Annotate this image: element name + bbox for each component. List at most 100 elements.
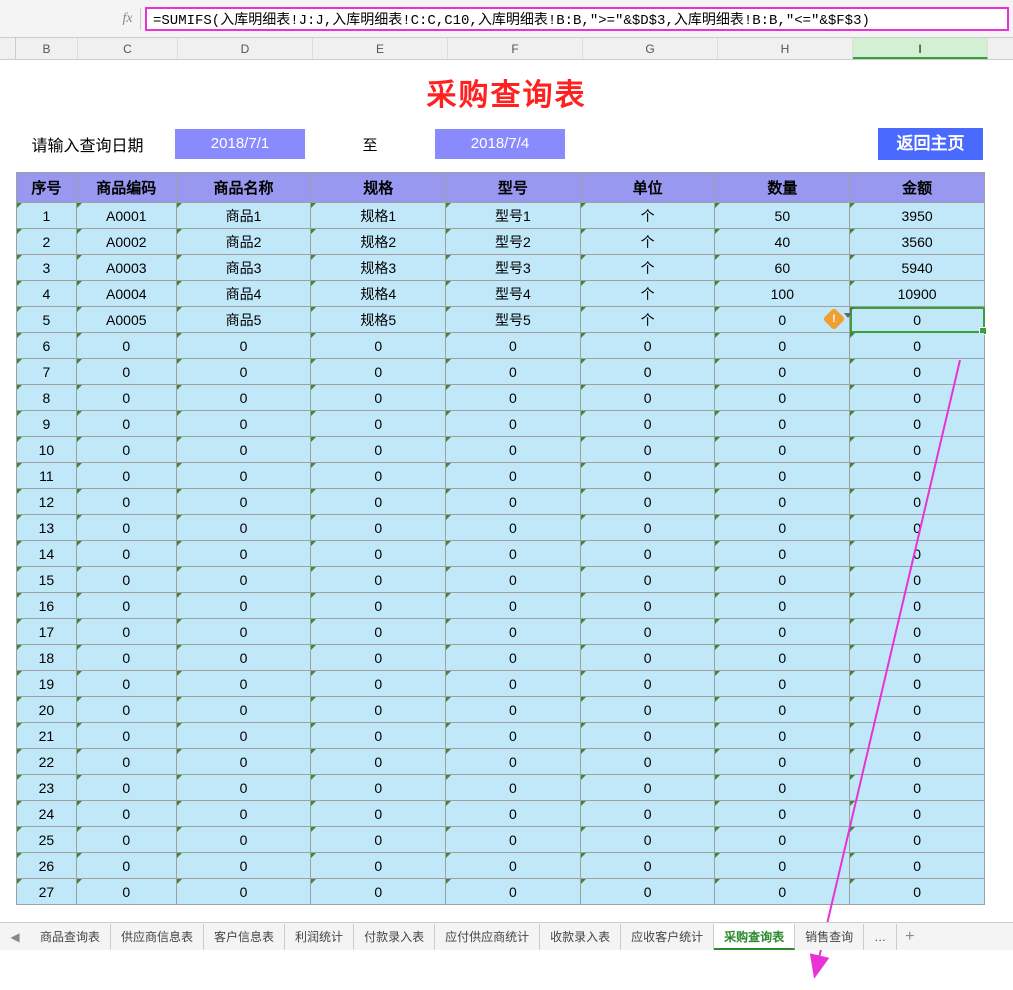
select-all-corner[interactable]	[0, 38, 16, 59]
cell-spec[interactable]: 0	[311, 463, 446, 489]
cell-name[interactable]: 0	[176, 801, 311, 827]
cell-name[interactable]: 0	[176, 749, 311, 775]
cell-qty[interactable]: 0	[715, 411, 850, 437]
cell-qty[interactable]: 0	[715, 567, 850, 593]
cell-model[interactable]: 0	[446, 619, 581, 645]
cell-model[interactable]: 型号3	[446, 255, 581, 281]
cell-amt[interactable]: 5940	[850, 255, 985, 281]
cell-model[interactable]: 0	[446, 489, 581, 515]
cell-amt[interactable]: 0	[850, 645, 985, 671]
cell-qty[interactable]: 0	[715, 359, 850, 385]
cell-n[interactable]: 13	[17, 515, 77, 541]
cell-unit[interactable]: 0	[580, 333, 715, 359]
cell-unit[interactable]: 0	[580, 411, 715, 437]
cell-model[interactable]: 0	[446, 827, 581, 853]
cell-model[interactable]: 0	[446, 697, 581, 723]
cell-n[interactable]: 19	[17, 671, 77, 697]
table-header-cell[interactable]: 金额	[850, 173, 985, 203]
cell-unit[interactable]: 0	[580, 853, 715, 879]
cell-model[interactable]: 0	[446, 515, 581, 541]
cell-code[interactable]: 0	[76, 827, 176, 853]
cell-code[interactable]: 0	[76, 541, 176, 567]
cell-unit[interactable]: 0	[580, 775, 715, 801]
cell-spec[interactable]: 规格1	[311, 203, 446, 229]
cell-qty[interactable]: 0	[715, 619, 850, 645]
sheet-tab[interactable]: 收款录入表	[540, 924, 621, 950]
cell-n[interactable]: 6	[17, 333, 77, 359]
cell-spec[interactable]: 0	[311, 515, 446, 541]
cell-model[interactable]: 0	[446, 333, 581, 359]
cell-amt[interactable]: 0	[850, 333, 985, 359]
cell-unit[interactable]: 0	[580, 697, 715, 723]
cell-code[interactable]: A0003	[76, 255, 176, 281]
cell-name[interactable]: 0	[176, 619, 311, 645]
sheet-tab[interactable]: 应收客户统计	[621, 924, 714, 950]
cell-spec[interactable]: 0	[311, 723, 446, 749]
cell-spec[interactable]: 0	[311, 827, 446, 853]
cell-unit[interactable]: 0	[580, 489, 715, 515]
cell-name[interactable]: 商品5	[176, 307, 311, 333]
cell-name[interactable]: 0	[176, 437, 311, 463]
cell-qty[interactable]: 0	[715, 671, 850, 697]
cell-qty[interactable]: 0	[715, 723, 850, 749]
cell-amt[interactable]: 0	[850, 697, 985, 723]
warning-dropdown-icon[interactable]	[844, 313, 852, 318]
date-to-button[interactable]: 2018/7/4	[435, 129, 565, 159]
cell-amt[interactable]: 0	[850, 411, 985, 437]
cell-qty[interactable]: 0	[715, 593, 850, 619]
table-header-cell[interactable]: 数量	[715, 173, 850, 203]
cell-unit[interactable]: 个	[580, 307, 715, 333]
cell-qty[interactable]: 0	[715, 437, 850, 463]
cell-qty[interactable]: 0	[715, 775, 850, 801]
cell-code[interactable]: 0	[76, 333, 176, 359]
return-home-button[interactable]: 返回主页	[878, 128, 983, 160]
cell-n[interactable]: 18	[17, 645, 77, 671]
cell-amt[interactable]: 0	[850, 541, 985, 567]
cell-n[interactable]: 7	[17, 359, 77, 385]
table-header-cell[interactable]: 商品编码	[76, 173, 176, 203]
table-header-cell[interactable]: 商品名称	[176, 173, 311, 203]
cell-unit[interactable]: 0	[580, 385, 715, 411]
cell-n[interactable]: 9	[17, 411, 77, 437]
cell-code[interactable]: 0	[76, 775, 176, 801]
tab-more[interactable]: …	[864, 924, 897, 950]
cell-spec[interactable]: 0	[311, 697, 446, 723]
cell-spec[interactable]: 0	[311, 359, 446, 385]
cell-name[interactable]: 0	[176, 385, 311, 411]
cell-spec[interactable]: 0	[311, 671, 446, 697]
cell-amt[interactable]: 0	[850, 619, 985, 645]
cell-amt[interactable]: 0	[850, 671, 985, 697]
cell-spec[interactable]: 规格4	[311, 281, 446, 307]
sheet-tab[interactable]: 付款录入表	[354, 924, 435, 950]
fx-icon[interactable]: fx	[119, 8, 141, 30]
cell-model[interactable]: 0	[446, 411, 581, 437]
cell-name[interactable]: 商品2	[176, 229, 311, 255]
cell-model[interactable]: 0	[446, 671, 581, 697]
cell-qty[interactable]: 0	[715, 541, 850, 567]
cell-code[interactable]: 0	[76, 359, 176, 385]
cell-amt[interactable]: 0	[850, 593, 985, 619]
cell-model[interactable]: 型号5	[446, 307, 581, 333]
cell-model[interactable]: 0	[446, 567, 581, 593]
cell-unit[interactable]: 个	[580, 281, 715, 307]
cell-n[interactable]: 1	[17, 203, 77, 229]
cell-spec[interactable]: 0	[311, 645, 446, 671]
cell-unit[interactable]: 0	[580, 671, 715, 697]
cell-model[interactable]: 0	[446, 775, 581, 801]
cell-amt[interactable]: 0	[850, 853, 985, 879]
cell-spec[interactable]: 0	[311, 879, 446, 905]
cell-code[interactable]: 0	[76, 489, 176, 515]
cell-code[interactable]: 0	[76, 619, 176, 645]
cell-name[interactable]: 0	[176, 853, 311, 879]
cell-n[interactable]: 16	[17, 593, 77, 619]
cell-spec[interactable]: 规格2	[311, 229, 446, 255]
cell-amt[interactable]: 0	[850, 515, 985, 541]
cell-name[interactable]: 0	[176, 593, 311, 619]
cell-name[interactable]: 0	[176, 723, 311, 749]
cell-spec[interactable]: 0	[311, 541, 446, 567]
cell-code[interactable]: 0	[76, 515, 176, 541]
table-header-cell[interactable]: 规格	[311, 173, 446, 203]
cell-amt[interactable]: 0	[850, 749, 985, 775]
col-header-H[interactable]: H	[718, 38, 853, 59]
cell-amt[interactable]: 0	[850, 489, 985, 515]
